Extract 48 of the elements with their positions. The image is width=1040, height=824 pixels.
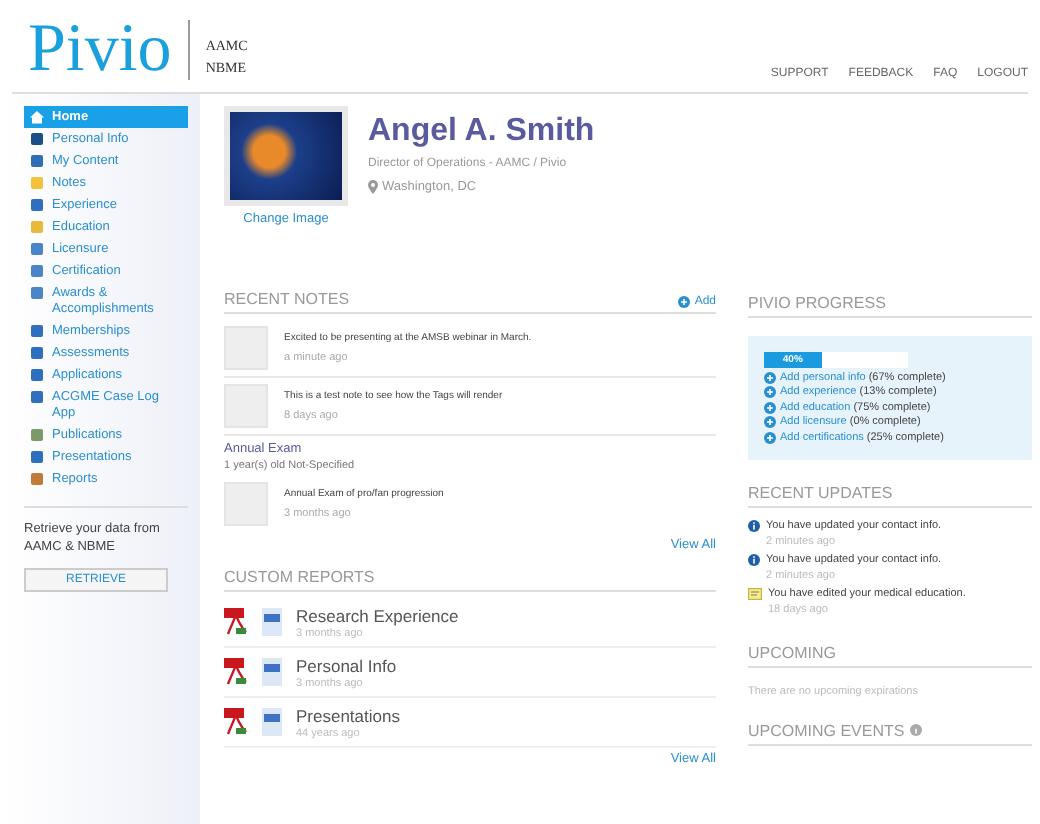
location-pin-icon <box>368 180 378 194</box>
plus-icon <box>764 386 776 398</box>
document-file-icon <box>260 608 284 636</box>
info-icon <box>748 554 760 566</box>
plus-icon <box>764 371 776 383</box>
note-thumbnail <box>224 482 268 526</box>
document-file-icon <box>260 708 284 736</box>
section-title: CUSTOM REPORTS <box>224 568 375 586</box>
square-icon <box>30 324 44 338</box>
square-icon <box>30 242 44 256</box>
plus-icon <box>764 401 776 413</box>
help-icon[interactable] <box>910 724 923 736</box>
square-icon <box>30 154 44 168</box>
document-file-icon <box>260 658 284 686</box>
square-icon <box>30 450 44 464</box>
square-icon <box>30 428 44 442</box>
square-icon <box>30 390 44 404</box>
report-name[interactable]: Personal Info <box>296 655 397 675</box>
square-icon <box>30 472 44 486</box>
pdf-file-icon <box>224 658 248 686</box>
pdf-file-icon <box>224 608 248 636</box>
note-thumbnail <box>224 384 268 428</box>
square-icon <box>30 220 44 234</box>
report-name[interactable]: Research Experience <box>296 605 459 625</box>
plus-icon <box>678 296 691 308</box>
home-icon <box>30 110 44 124</box>
plus-icon <box>764 416 776 428</box>
square-icon <box>30 346 44 360</box>
section-title: UPCOMING EVENTS <box>748 721 905 739</box>
certificate-icon <box>748 588 762 600</box>
profile-name: Angel A. Smith <box>368 114 595 150</box>
square-icon <box>30 198 44 212</box>
square-icon <box>30 176 44 190</box>
square-icon <box>30 286 44 300</box>
plus-icon <box>764 431 776 443</box>
info-icon <box>748 520 760 532</box>
section-title: UPCOMING <box>748 643 836 661</box>
pdf-file-icon <box>224 708 248 736</box>
report-name[interactable]: Presentations <box>296 705 400 725</box>
photo-placeholder <box>224 106 348 206</box>
section-title: PIVIO PROGRESS <box>748 294 886 312</box>
pivio-logo: Pivio <box>28 16 172 84</box>
section-title: RECENT NOTES <box>224 290 350 308</box>
note-thumbnail <box>224 326 268 370</box>
square-icon <box>30 132 44 146</box>
square-icon <box>30 368 44 382</box>
square-icon <box>30 264 44 278</box>
section-title: RECENT UPDATES <box>748 483 893 501</box>
